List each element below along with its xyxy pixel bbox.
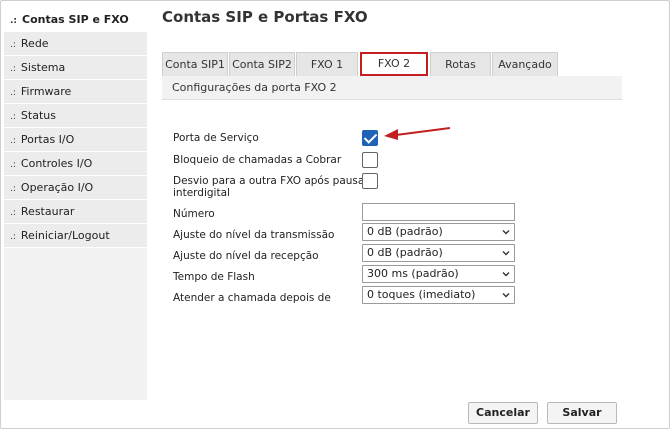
sidebar-item-contas-sip-fxo[interactable]: .: Contas SIP e FXO	[4, 8, 147, 32]
numero-input[interactable]	[362, 203, 515, 221]
recepcao-value: 0 dB (padrão)	[367, 246, 443, 259]
section-title: Configurações da porta FXO 2	[162, 76, 622, 100]
tab-rotas[interactable]: Rotas	[430, 52, 491, 76]
sidebar-item-rede[interactable]: .: Rede	[4, 32, 147, 56]
bloqueio-label: Bloqueio de chamadas a Cobrar	[173, 154, 342, 166]
sidebar: .: Contas SIP e FXO .: Rede .: Sistema .: Fi…	[4, 8, 147, 400]
sidebar-item-operacao-io[interactable]: .: Operação I/O	[4, 176, 147, 200]
flash-value: 300 ms (padrão)	[367, 267, 459, 280]
sidebar-item-restaurar[interactable]: .: Restaurar	[4, 200, 147, 224]
bloqueio-checkbox[interactable]	[362, 152, 378, 168]
sidebar-item-label: Portas I/O	[20, 133, 75, 146]
sidebar-item-portas-io[interactable]: .: Portas I/O	[4, 128, 147, 152]
desvio-label-line1: Desvio para a outra FXO após pausa	[173, 175, 365, 187]
tab-conta-sip2[interactable]: Conta SIP2	[229, 52, 295, 76]
recepcao-select[interactable]: 0 dB (padrão)	[362, 244, 515, 262]
tab-avancado[interactable]: Avançado	[492, 52, 558, 76]
chevron-down-icon	[502, 251, 510, 256]
sidebar-item-controles-io[interactable]: .: Controles I/O	[4, 152, 147, 176]
bullet-icon: .:	[10, 184, 16, 194]
page-title: Contas SIP e Portas FXO	[162, 8, 368, 26]
bullet-icon: .:	[10, 16, 18, 26]
tab-fxo2[interactable]: FXO 2	[360, 52, 428, 76]
tab-fxo1[interactable]: FXO 1	[296, 52, 358, 76]
desvio-checkbox[interactable]	[362, 173, 378, 189]
bullet-icon: .:	[10, 136, 16, 146]
bullet-icon: .:	[10, 112, 16, 122]
desvio-label-line2: interdigital	[173, 187, 230, 199]
porta-servico-checkbox[interactable]	[362, 130, 378, 146]
save-button[interactable]: Salvar	[547, 402, 617, 424]
flash-select[interactable]: 300 ms (padrão)	[362, 265, 515, 283]
sidebar-item-label: Contas SIP e FXO	[22, 13, 129, 26]
sidebar-item-firmware[interactable]: .: Firmware	[4, 80, 147, 104]
sidebar-item-label: Controles I/O	[20, 157, 93, 170]
bullet-icon: .:	[10, 64, 16, 74]
chevron-down-icon	[502, 230, 510, 235]
porta-servico-label: Porta de Serviço	[173, 132, 259, 144]
transmissao-select[interactable]: 0 dB (padrão)	[362, 223, 515, 241]
transmissao-label: Ajuste do nível da transmissão	[173, 229, 335, 241]
recepcao-label: Ajuste do nível da recepção	[173, 250, 319, 262]
sidebar-filler	[4, 248, 147, 394]
desvio-label: Desvio para a outra FXO após pausa inter…	[173, 175, 364, 199]
atender-value: 0 toques (imediato)	[367, 288, 476, 301]
sidebar-item-sistema[interactable]: .: Sistema	[4, 56, 147, 80]
sidebar-item-label: Operação I/O	[20, 181, 94, 194]
bullet-icon: .:	[10, 208, 16, 218]
bullet-icon: .:	[10, 160, 16, 170]
sidebar-item-label: Sistema	[20, 61, 66, 74]
bullet-icon: .:	[10, 232, 16, 242]
sidebar-item-label: Restaurar	[20, 205, 75, 218]
bullet-icon: .:	[10, 40, 16, 50]
sidebar-item-label: Rede	[20, 37, 49, 50]
transmissao-value: 0 dB (padrão)	[367, 225, 443, 238]
flash-label: Tempo de Flash	[173, 271, 255, 283]
sidebar-item-label: Firmware	[20, 85, 72, 98]
sidebar-item-label: Reiniciar/Logout	[20, 229, 110, 242]
sidebar-item-label: Status	[20, 109, 56, 122]
cancel-button[interactable]: Cancelar	[468, 402, 538, 424]
tab-conta-sip1[interactable]: Conta SIP1	[162, 52, 228, 76]
sidebar-item-reiniciar-logout[interactable]: .: Reiniciar/Logout	[4, 224, 147, 248]
atender-select[interactable]: 0 toques (imediato)	[362, 286, 515, 304]
chevron-down-icon	[502, 272, 510, 277]
annotation-arrow-icon	[384, 127, 451, 140]
sidebar-item-status[interactable]: .: Status	[4, 104, 147, 128]
bullet-icon: .:	[10, 88, 16, 98]
chevron-down-icon	[502, 293, 510, 298]
numero-label: Número	[173, 208, 215, 220]
atender-label: Atender a chamada depois de	[173, 292, 331, 304]
